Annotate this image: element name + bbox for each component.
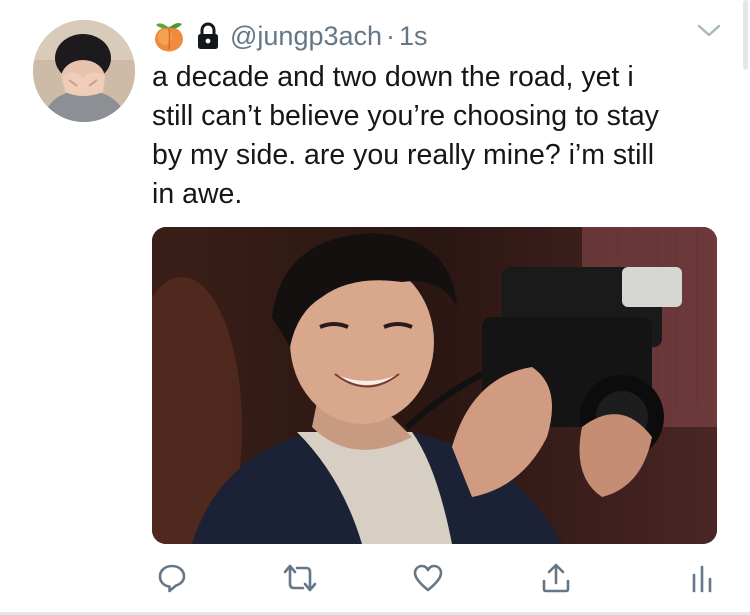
heart-icon bbox=[413, 564, 443, 592]
peach-emoji-icon bbox=[155, 23, 183, 52]
reply-button[interactable] bbox=[154, 560, 190, 596]
user-handle[interactable]: @jungp3ach bbox=[230, 21, 382, 52]
avatar[interactable] bbox=[33, 20, 135, 122]
separator-dot: · bbox=[386, 20, 396, 51]
retweet-button[interactable] bbox=[282, 560, 318, 596]
tweet-photo[interactable] bbox=[152, 227, 717, 544]
share-icon bbox=[542, 563, 570, 593]
timestamp[interactable]: 1s bbox=[399, 21, 428, 52]
tweet-actions bbox=[0, 560, 750, 600]
analytics-icon bbox=[692, 565, 712, 593]
chevron-down-icon[interactable] bbox=[696, 22, 722, 40]
retweet-icon bbox=[283, 564, 317, 592]
tweet-header: @jungp3ach · 1s bbox=[152, 16, 428, 56]
tweet-text: a decade and two down the road, yet i st… bbox=[152, 61, 659, 210]
analytics-button[interactable] bbox=[684, 560, 720, 596]
lock-icon bbox=[198, 22, 218, 49]
scrollbar[interactable] bbox=[743, 0, 748, 70]
share-button[interactable] bbox=[538, 560, 574, 596]
reply-icon bbox=[158, 564, 186, 593]
like-button[interactable] bbox=[410, 560, 446, 596]
tweet-card[interactable]: @jungp3ach · 1s a decade and two down th… bbox=[0, 0, 750, 615]
